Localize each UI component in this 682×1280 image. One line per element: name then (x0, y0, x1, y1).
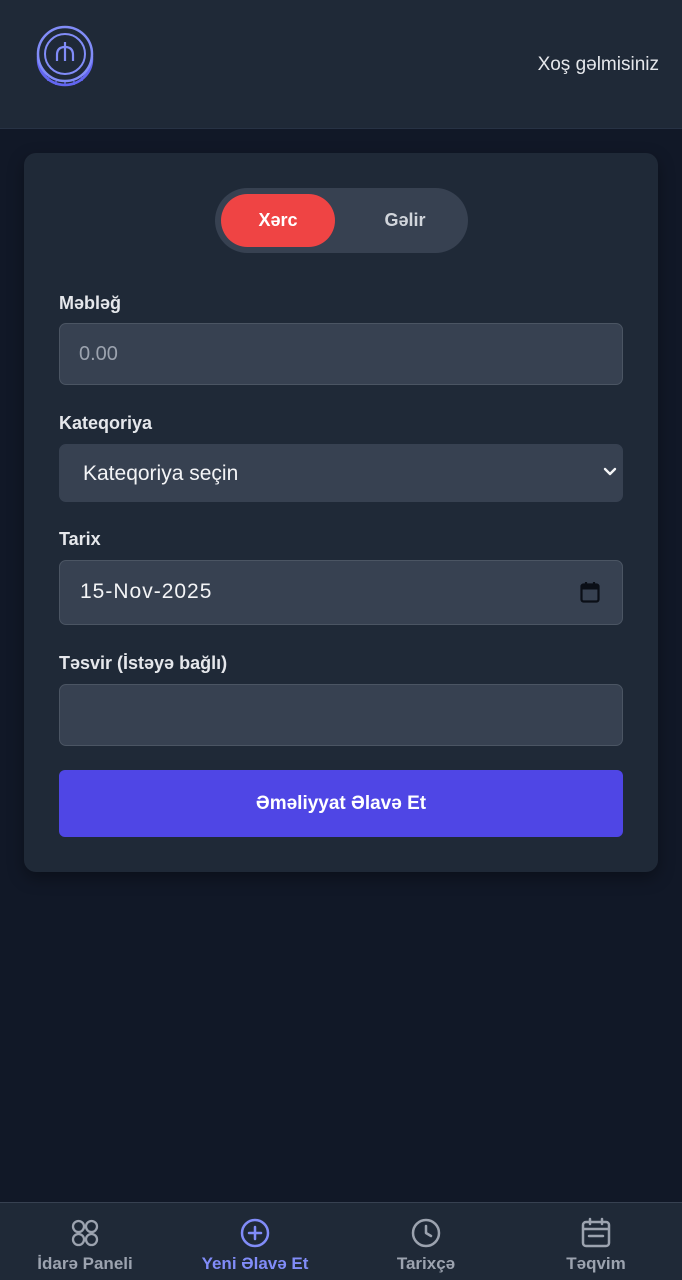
nav-label-history: Tarixçə (396, 1254, 456, 1273)
category-label: Kateqoriya (59, 413, 153, 433)
amount-field-wrapper (59, 323, 623, 385)
category-selected-value: Kateqoriya seçin (83, 462, 239, 485)
date-value: 15-Nov-2025 (80, 580, 213, 603)
plus-circle-icon (240, 1218, 270, 1248)
income-toggle-button[interactable]: Gəlir (348, 194, 462, 247)
nav-item-dashboard[interactable]: İdarə Paneli (0, 1203, 170, 1280)
welcome-text: Xoş gəlmisiniz (537, 54, 659, 75)
description-input[interactable] (60, 685, 622, 745)
description-label: Təsvir (İstəyə bağlı) (59, 653, 228, 673)
clock-icon (411, 1218, 441, 1248)
nav-label-add-new: Yeni Əlavə Et (201, 1254, 309, 1273)
dashboard-grid-icon (71, 1219, 99, 1247)
add-transaction-form: Xərc Gəlir Məbləğ Kateqoriya Kateqoriya … (24, 153, 658, 872)
bottom-navigation: İdarə Paneli Yeni Əlavə Et Tarixçə Təqvi… (0, 1202, 682, 1280)
chevron-down-icon (603, 467, 617, 476)
date-label: Tarix (59, 529, 101, 549)
nav-label-dashboard: İdarə Paneli (37, 1254, 133, 1273)
calendar-icon (581, 1217, 611, 1248)
calendar-picker-icon[interactable] (580, 581, 600, 603)
nav-item-add-new[interactable]: Yeni Əlavə Et (170, 1203, 340, 1280)
nav-item-history[interactable]: Tarixçə (341, 1203, 511, 1280)
date-input[interactable]: 15-Nov-2025 (59, 560, 623, 625)
amount-input[interactable] (60, 324, 622, 384)
category-select[interactable]: Kateqoriya seçin (59, 444, 623, 502)
coin-icon[interactable] (36, 25, 94, 87)
add-transaction-button[interactable]: Əməliyyat Əlavə Et (59, 770, 623, 837)
description-field-wrapper (59, 684, 623, 746)
transaction-type-toggle: Xərc Gəlir (215, 188, 468, 253)
expense-toggle-button[interactable]: Xərc (221, 194, 335, 247)
amount-label: Məbləğ (59, 293, 122, 313)
nav-label-calendar: Təqvim (566, 1254, 626, 1273)
nav-item-calendar[interactable]: Təqvim (511, 1203, 681, 1280)
app-header: Xoş gəlmisiniz (0, 0, 682, 129)
